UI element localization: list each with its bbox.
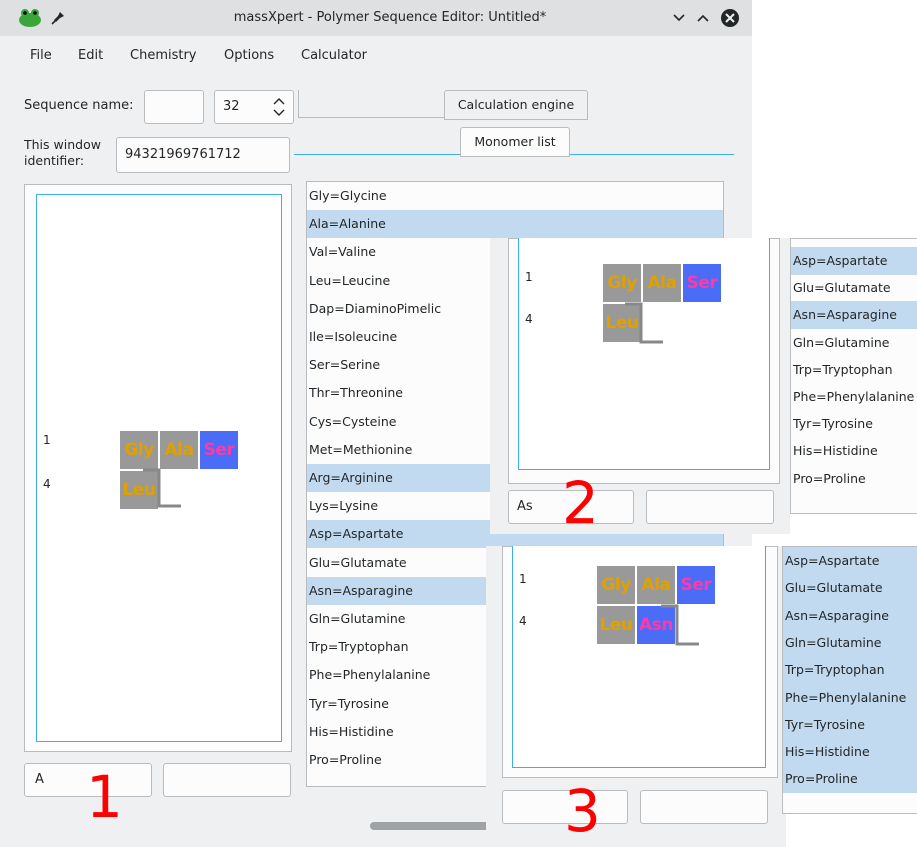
horizontal-scrollbar[interactable]: [370, 822, 490, 830]
tab-line: [570, 154, 734, 155]
menu-options[interactable]: Options: [224, 48, 274, 63]
step-label: 2: [562, 469, 599, 537]
monomer-ser[interactable]: Ser: [200, 431, 238, 469]
list-item[interactable]: Pro=Proline: [783, 765, 917, 794]
list-item[interactable]: Phe=Phenylalanine: [783, 683, 917, 712]
panel-3: 1 4 Gly Ala Ser Leu Asn 3: [486, 546, 786, 847]
monomer-ser[interactable]: Ser: [683, 264, 721, 302]
identifier-label-line2: identifier:: [24, 153, 85, 168]
divider: [298, 90, 299, 118]
identifier-field[interactable]: 94321969761712: [116, 137, 290, 173]
secondary-input[interactable]: [640, 790, 768, 824]
count-spinbox-value: 32: [223, 99, 240, 114]
cursor-bracket-icon: [625, 302, 663, 344]
step-label: 1: [86, 763, 123, 831]
cursor-bracket-icon: [143, 468, 181, 508]
insertion-cursor: [139, 468, 181, 508]
list-item[interactable]: Tyr=Tyrosine: [791, 410, 917, 438]
menu-calculator[interactable]: Calculator: [301, 48, 367, 63]
monomer-gly[interactable]: Gly: [597, 566, 635, 604]
pin-icon[interactable]: [50, 10, 66, 26]
list-item[interactable]: Asn=Asparagine: [783, 601, 917, 630]
list-item[interactable]: Trp=Tryptophan: [783, 656, 917, 685]
close-icon[interactable]: [720, 8, 740, 28]
identifier-label: This window identifier:: [24, 137, 101, 169]
title-bar: massXpert - Polymer Sequence Editor: Unt…: [0, 0, 752, 36]
list-item[interactable]: Ala=Alanine: [307, 210, 723, 239]
list-item[interactable]: Phe=Phenylalanine: [791, 383, 917, 411]
row-index: 4: [525, 312, 533, 326]
list-item[interactable]: Glu=Glutamate: [791, 274, 917, 302]
step-label: 3: [564, 777, 601, 845]
monomer-ala[interactable]: Ala: [637, 566, 675, 604]
list-item[interactable]: Asn=Asparagine: [791, 301, 917, 330]
count-spinbox[interactable]: 32: [214, 90, 294, 124]
maximize-chevron-icon[interactable]: [696, 11, 710, 25]
cursor-bracket-icon: [661, 604, 699, 646]
row-index: 4: [519, 614, 527, 628]
list-item[interactable]: Glu=Glutamate: [783, 574, 917, 603]
divider: [298, 117, 444, 118]
list-item[interactable]: Trp=Tryptophan: [791, 356, 917, 384]
monomer-gly[interactable]: Gly: [603, 264, 641, 302]
row-index: 1: [519, 572, 527, 586]
monomer-ala[interactable]: Ala: [643, 264, 681, 302]
monomer-leu[interactable]: Leu: [597, 606, 635, 644]
secondary-input[interactable]: [646, 490, 774, 524]
tab-monomer-list[interactable]: Monomer list: [460, 127, 570, 157]
filtered-monomer-list-2[interactable]: Asp=Aspartate Glu=Glutamate Asn=Asparagine…: [790, 238, 917, 514]
sequence-name-label: Sequence name:: [24, 98, 134, 113]
app-frog-icon: [19, 9, 41, 27]
row-index: 1: [525, 270, 533, 284]
menu-edit[interactable]: Edit: [78, 48, 103, 63]
identifier-label-line1: This window: [24, 137, 101, 152]
list-item[interactable]: Asp=Aspartate: [783, 547, 917, 575]
list-item[interactable]: Tyr=Tyrosine: [783, 710, 917, 739]
minimize-chevron-icon[interactable]: [672, 11, 686, 25]
list-item[interactable]: Gly=Glycine: [307, 182, 723, 210]
secondary-input[interactable]: [163, 763, 291, 797]
panel-2: 1 4 Gly Ala Ser Leu As 2: [490, 238, 790, 534]
sequence-editor[interactable]: 1 4 Gly Ala Ser Leu Asn: [512, 546, 766, 768]
window-title: massXpert - Polymer Sequence Editor: Unt…: [233, 10, 547, 25]
list-item[interactable]: His=Histidine: [783, 738, 917, 767]
menu-file[interactable]: File: [30, 48, 52, 63]
filtered-monomer-list-3[interactable]: Asp=Aspartate Glu=Glutamate Asn=Asparagine…: [782, 546, 917, 814]
row-index: 4: [43, 477, 51, 491]
menu-chemistry[interactable]: Chemistry: [130, 48, 197, 63]
monomer-gly[interactable]: Gly: [120, 431, 158, 469]
spin-arrows-icon[interactable]: [273, 96, 285, 118]
sequence-name-input[interactable]: [144, 90, 204, 124]
monomer-ser[interactable]: Ser: [677, 566, 715, 604]
row-index: 1: [43, 433, 51, 447]
tab-line: [294, 154, 460, 155]
tab-calculation-engine[interactable]: Calculation engine: [444, 90, 588, 120]
monomer-ala[interactable]: Ala: [160, 431, 198, 469]
sequence-editor[interactable]: 1 4 Gly Ala Ser Leu: [518, 238, 770, 470]
list-item[interactable]: Pro=Proline: [791, 465, 917, 493]
list-item[interactable]: Gln=Glutamine: [783, 628, 917, 657]
list-item[interactable]: Asp=Aspartate: [791, 247, 917, 275]
list-item[interactable]: His=Histidine: [791, 437, 917, 465]
sequence-editor[interactable]: 1 4 Gly Ala Ser Leu: [36, 194, 282, 742]
list-item[interactable]: Gln=Glutamine: [791, 329, 917, 357]
